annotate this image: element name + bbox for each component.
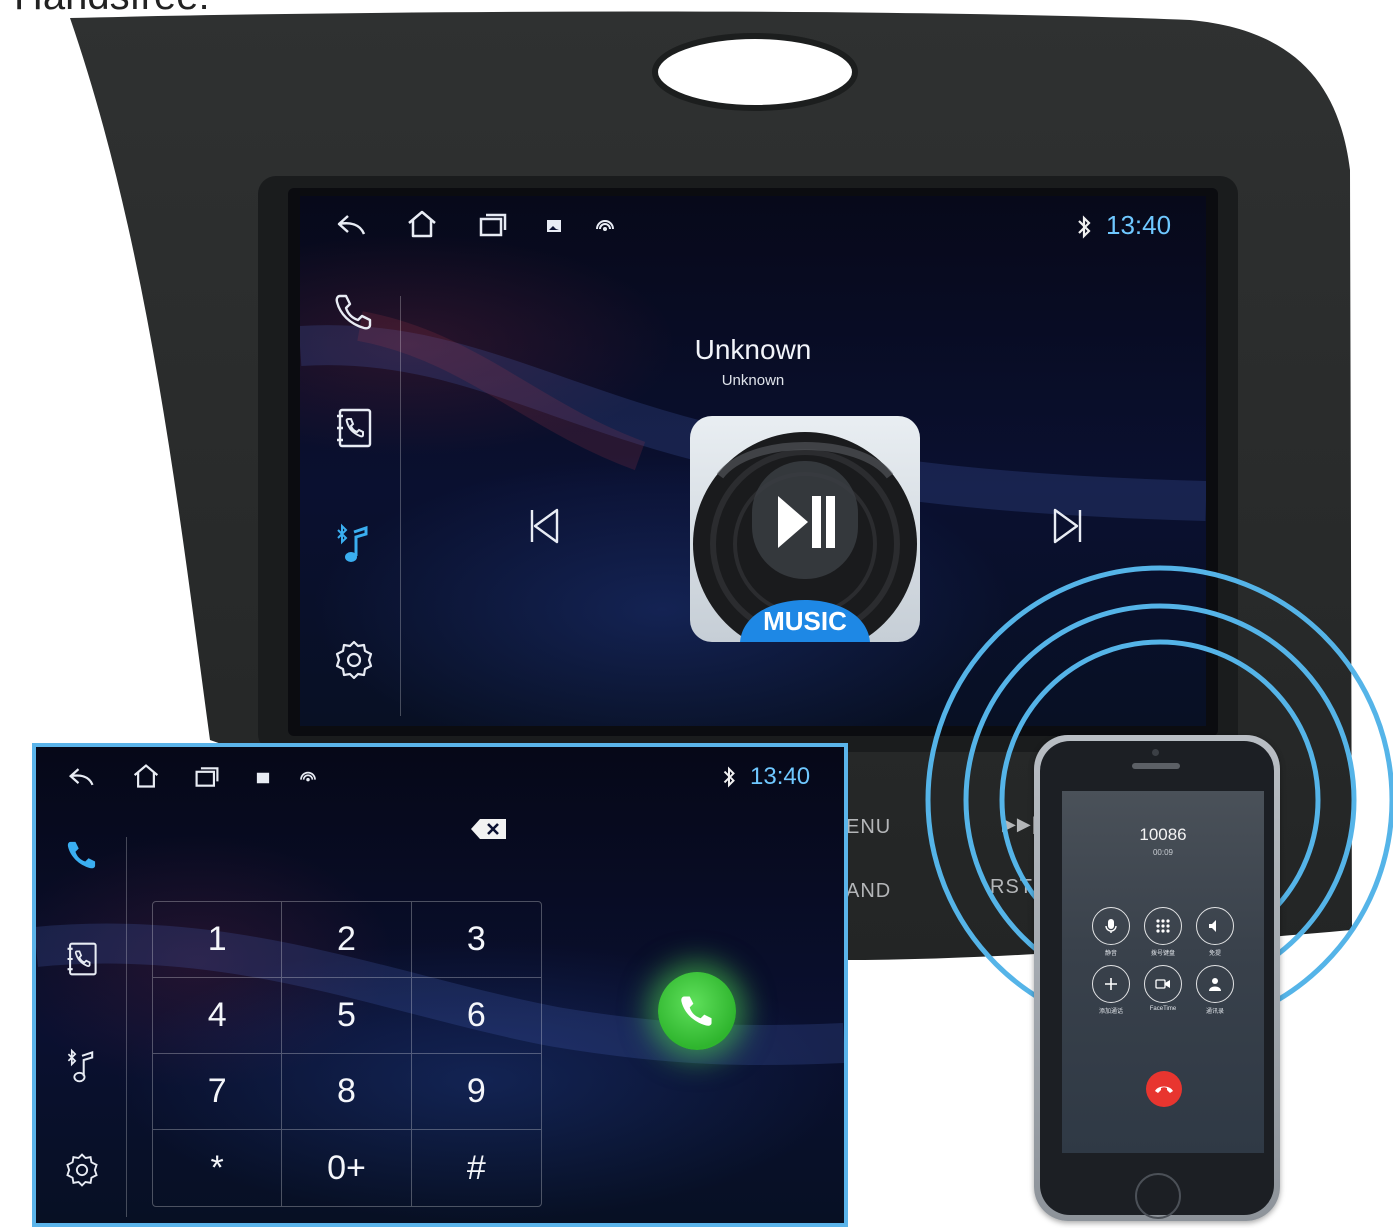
key-8[interactable]: 8 [282, 1054, 412, 1130]
earpiece [1132, 763, 1180, 769]
sidebar-item-bluetooth-music[interactable] [60, 1045, 104, 1087]
end-call-button[interactable] [1146, 1071, 1182, 1107]
add-call-icon [1105, 978, 1117, 990]
key-6[interactable]: 6 [411, 978, 541, 1054]
bluetooth-icon [720, 766, 738, 793]
sidebar-divider [126, 837, 127, 1217]
contacts-icon [1209, 978, 1221, 991]
mute-icon [1105, 919, 1117, 933]
phone-icon [67, 841, 96, 869]
dialer-screen: 13:40 1 2 3 4 5 6 7 8 9 * 0+ # [32, 743, 848, 1227]
keypad-label: 拨号键盘 [1150, 951, 1175, 957]
key-star[interactable]: * [153, 1130, 283, 1206]
sidebar-item-contacts[interactable] [60, 939, 104, 979]
front-camera [1152, 749, 1159, 756]
mute-label: 静音 [1104, 951, 1117, 957]
backspace-button[interactable] [470, 817, 508, 846]
gallery-icon [256, 771, 270, 790]
key-9[interactable]: 9 [411, 1054, 541, 1130]
phone-icon [681, 996, 712, 1026]
key-2[interactable]: 2 [282, 902, 412, 978]
sidebar-item-settings[interactable] [60, 1149, 104, 1191]
key-hash[interactable]: # [412, 1130, 541, 1206]
sidebar-item-phone[interactable] [60, 835, 104, 875]
key-7[interactable]: 7 [153, 1054, 283, 1130]
smartphone: 10086 00:09 静音 拨号键盘 免提 添加通话 FaceTime 通讯录 [1034, 735, 1280, 1221]
bluetooth-music-icon [67, 1048, 94, 1083]
facetime-label: FaceTime [1149, 1006, 1177, 1012]
recents-icon[interactable] [194, 765, 220, 794]
keypad-icon [1156, 919, 1170, 933]
mute-button[interactable] [1092, 907, 1130, 945]
keypad-button[interactable] [1144, 907, 1182, 945]
home-icon[interactable] [132, 763, 160, 794]
dial-keypad: 1 2 3 4 5 6 7 8 9 * 0+ # [152, 901, 542, 1207]
add-call-button[interactable] [1092, 965, 1130, 1003]
home-button[interactable] [1135, 1173, 1181, 1219]
contacts-button[interactable] [1196, 965, 1234, 1003]
back-icon[interactable] [68, 765, 96, 794]
call-duration: 00:09 [1152, 848, 1174, 857]
speaker-label: 免提 [1208, 951, 1221, 957]
call-button[interactable] [658, 972, 736, 1050]
key-3[interactable]: 3 [411, 902, 541, 978]
key-4[interactable]: 4 [153, 978, 283, 1054]
add-call-label: 添加通话 [1098, 1009, 1123, 1015]
phone-screen: 10086 00:09 静音 拨号键盘 免提 添加通话 FaceTime 通讯录 [1062, 791, 1264, 1153]
call-number: 10086 [1139, 825, 1187, 844]
contacts-label: 通讯录 [1205, 1009, 1224, 1015]
contacts-icon [67, 942, 97, 976]
facetime-icon [1155, 979, 1170, 989]
clock: 13:40 [750, 763, 811, 790]
key-5[interactable]: 5 [282, 978, 412, 1054]
speaker-icon [1209, 920, 1216, 932]
key-0-plus[interactable]: 0+ [282, 1130, 412, 1206]
speaker-button[interactable] [1196, 907, 1234, 945]
settings-icon [66, 1153, 98, 1187]
facetime-button[interactable] [1144, 965, 1182, 1003]
key-1[interactable]: 1 [153, 902, 283, 978]
backspace-icon [471, 819, 506, 839]
hang-up-icon [1155, 1086, 1173, 1093]
signal-icon [300, 770, 316, 789]
